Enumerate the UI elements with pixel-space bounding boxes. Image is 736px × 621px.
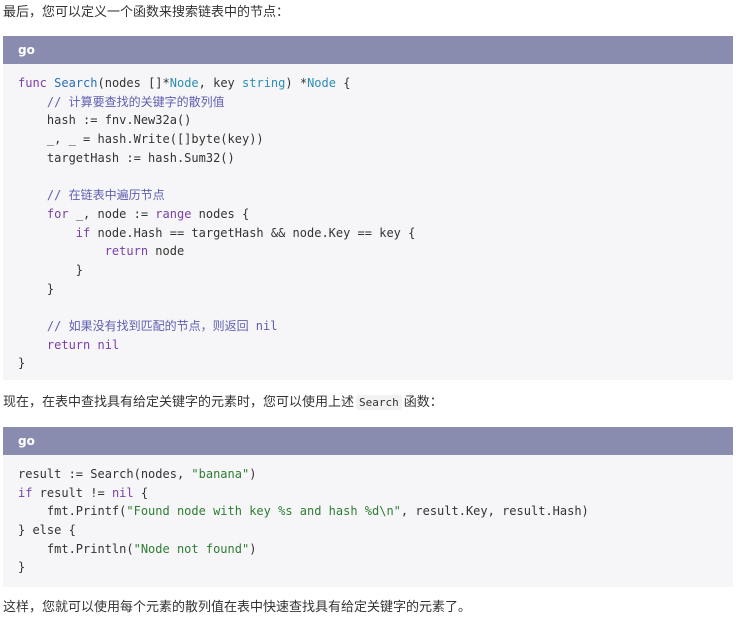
code-line: } <box>18 281 55 296</box>
code-content[interactable]: func Search(nodes []*Node, key string) *… <box>3 64 733 373</box>
code-line: result := Search(nodes, "banana") <box>18 467 257 481</box>
code-comment: // 计算要查找的关键字的散列值 <box>18 94 225 109</box>
code-line: return node <box>104 244 185 259</box>
code-language-label: go <box>3 36 733 64</box>
code-line: hash := fnv.New32a() <box>18 113 192 128</box>
outro-paragraph: 这样，您就可以使用每个元素的散列值在表中快速查找具有给定关键字的元素了。 <box>3 600 472 615</box>
code-line: if node.Hash == targetHash && node.Key =… <box>75 225 416 240</box>
middle-text-after: 函数： <box>403 395 443 410</box>
code-line: for _, node := range nodes { <box>46 206 250 221</box>
code-line: if result != nil { <box>18 485 149 500</box>
code-line: func Search(nodes []*Node, key string) *… <box>18 76 351 90</box>
code-line: targetHash := hash.Sum32() <box>18 150 235 165</box>
code-content[interactable]: result := Search(nodes, "banana") if resu… <box>3 455 733 577</box>
middle-text-before: 现在，在表中查找具有给定关键字的元素时，您可以使用上述 <box>3 395 355 410</box>
code-comment: // 如果没有找到匹配的节点，则返回 nil <box>18 318 278 333</box>
code-line: } else { <box>18 523 76 538</box>
intro-paragraph: 最后，您可以定义一个函数来搜索链表中的节点： <box>3 5 290 20</box>
code-language-label: go <box>3 427 733 455</box>
code-block-search-func: go func Search(nodes []*Node, key string… <box>3 36 733 380</box>
code-line: fmt.Println("Node not found") <box>18 541 257 556</box>
code-line: } <box>18 356 26 371</box>
inline-code-search: Search <box>356 395 402 410</box>
code-line: return nil <box>46 337 120 352</box>
code-comment: // 在链表中遍历节点 <box>18 188 165 203</box>
code-line: _, _ = hash.Write([]byte(key)) <box>18 132 264 147</box>
code-line: } <box>18 262 84 277</box>
code-line: } <box>18 560 26 575</box>
middle-paragraph: 现在，在表中查找具有给定关键字的元素时，您可以使用上述 Search 函数： <box>3 394 443 412</box>
code-block-usage: go result := Search(nodes, "banana") if r… <box>3 427 733 587</box>
code-line: fmt.Printf("Found node with key %s and h… <box>18 504 589 519</box>
